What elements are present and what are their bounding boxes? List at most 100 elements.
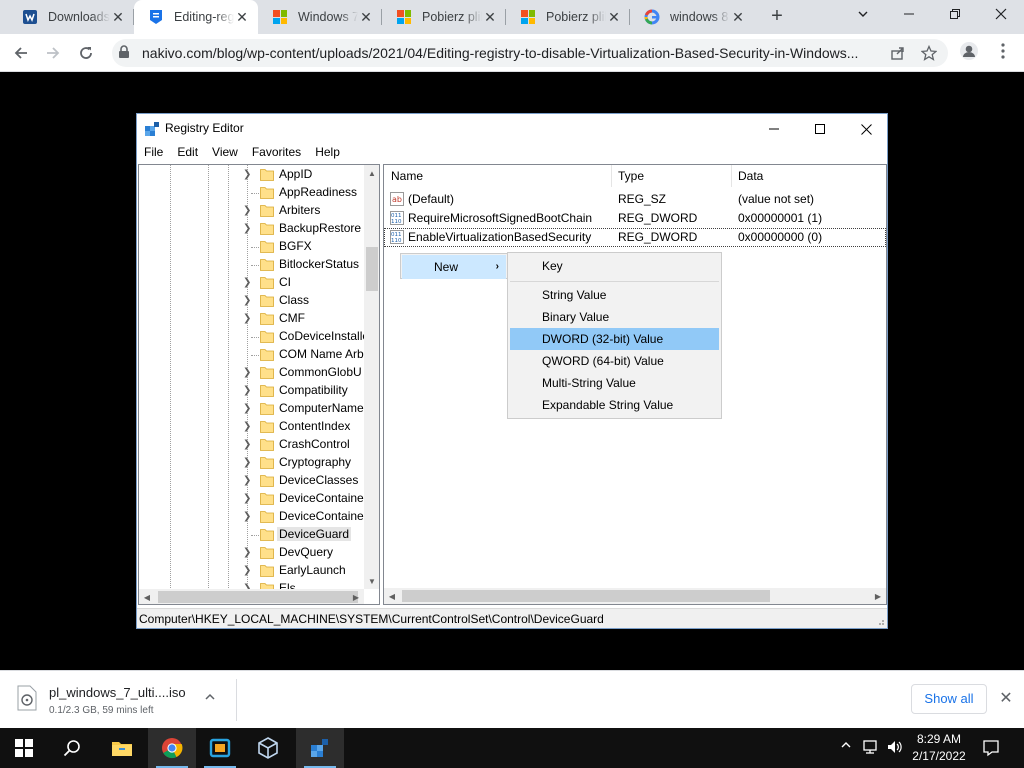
- registry-tree[interactable]: ❯ AppID AppReadiness ❯ Arbiters ❯ BackupRestor…: [138, 164, 380, 605]
- scroll-down-icon[interactable]: ▼: [364, 573, 379, 589]
- menu-item-new[interactable]: New ›: [402, 255, 506, 279]
- menu-item-binary-value[interactable]: Binary Value: [510, 306, 719, 328]
- scroll-right-icon[interactable]: ▶: [348, 589, 364, 604]
- tree-vertical-scrollbar[interactable]: ▲ ▼: [364, 165, 379, 589]
- close-icon[interactable]: ✕: [996, 689, 1016, 709]
- expand-arrow-icon[interactable]: ❯: [243, 475, 251, 486]
- menu-help[interactable]: Help: [308, 144, 347, 164]
- tab-windows7[interactable]: Windows 7 Ultimate ✕: [258, 0, 382, 34]
- list-horizontal-scrollbar[interactable]: ◀ ▶: [384, 588, 886, 604]
- column-type[interactable]: Type: [618, 169, 644, 183]
- chevron-up-icon[interactable]: [840, 739, 852, 754]
- tree-node[interactable]: ❯ ContentIndex: [139, 418, 365, 436]
- expand-arrow-icon[interactable]: ❯: [243, 547, 251, 558]
- tab-google-windows8[interactable]: windows 8 key ✕: [630, 0, 754, 34]
- address-bar[interactable]: nakivo.com/blog/wp-content/uploads/2021/…: [112, 39, 948, 67]
- expand-arrow-icon[interactable]: ❯: [243, 385, 251, 396]
- scroll-left-icon[interactable]: ◀: [139, 589, 155, 604]
- scroll-left-icon[interactable]: ◀: [384, 588, 400, 604]
- column-name[interactable]: Name: [391, 169, 423, 183]
- system-clock[interactable]: 8:29 AM 2/17/2022: [906, 731, 972, 765]
- tree-node[interactable]: BGFX: [139, 238, 365, 256]
- minimize-icon[interactable]: [751, 114, 797, 144]
- expand-arrow-icon[interactable]: ❯: [243, 511, 251, 522]
- expand-arrow-icon[interactable]: ❯: [243, 367, 251, 378]
- scroll-right-icon[interactable]: ▶: [870, 588, 886, 604]
- menu-item-expandable-string-value[interactable]: Expandable String Value: [510, 394, 719, 416]
- menu-item-key[interactable]: Key: [510, 255, 719, 277]
- forward-arrow-icon[interactable]: [40, 40, 66, 66]
- menu-item-qword-value[interactable]: QWORD (64-bit) Value: [510, 350, 719, 372]
- tree-node[interactable]: ❯ AppID: [139, 166, 365, 184]
- tree-node[interactable]: ❯ EarlyLaunch: [139, 562, 365, 580]
- close-tab-icon[interactable]: ✕: [358, 9, 374, 25]
- tree-node[interactable]: ❯ Arbiters: [139, 202, 365, 220]
- url-text[interactable]: nakivo.com/blog/wp-content/uploads/2021/…: [142, 45, 892, 61]
- network-icon[interactable]: [862, 739, 880, 758]
- tree-node[interactable]: ❯ DeviceClasses: [139, 472, 365, 490]
- scroll-up-icon[interactable]: ▲: [364, 165, 379, 181]
- tab-search-icon[interactable]: [840, 0, 886, 30]
- expand-arrow-icon[interactable]: ❯: [243, 169, 251, 180]
- scroll-thumb[interactable]: [158, 591, 358, 603]
- search-icon[interactable]: [48, 728, 96, 768]
- tree-node[interactable]: ❯ Cryptography: [139, 454, 365, 472]
- regedit-icon[interactable]: [296, 728, 344, 768]
- close-tab-icon[interactable]: ✕: [730, 9, 746, 25]
- tree-node[interactable]: ❯ CrashControl: [139, 436, 365, 454]
- new-tab-button[interactable]: +: [766, 6, 788, 28]
- value-row-enable-vbs[interactable]: 011 110 EnableVirtualizationBasedSecurity…: [384, 228, 886, 247]
- value-row-require-signed-boot[interactable]: 011 110 RequireMicrosoftSignedBootChain R…: [384, 209, 886, 228]
- expand-arrow-icon[interactable]: ❯: [243, 439, 251, 450]
- expand-arrow-icon[interactable]: ❯: [243, 493, 251, 504]
- tree-node[interactable]: ❯ DevQuery: [139, 544, 365, 562]
- start-icon[interactable]: [0, 728, 48, 768]
- menu-item-dword-value[interactable]: DWORD (32-bit) Value: [510, 328, 719, 350]
- tree-node[interactable]: CoDeviceInstalle: [139, 328, 369, 346]
- scroll-thumb[interactable]: [366, 247, 378, 291]
- expand-arrow-icon[interactable]: ❯: [243, 457, 251, 468]
- menu-favorites[interactable]: Favorites: [245, 144, 308, 164]
- tab-pobierz-1[interactable]: Pobierz pliki ✕: [382, 0, 506, 34]
- tree-node[interactable]: ❯ CI: [139, 274, 365, 292]
- chrome-menu-icon[interactable]: [990, 38, 1016, 64]
- chrome-icon[interactable]: [148, 728, 196, 768]
- title-bar[interactable]: Registry Editor: [137, 114, 887, 144]
- close-tab-icon[interactable]: ✕: [606, 9, 622, 25]
- tree-node[interactable]: ❯ BackupRestore: [139, 220, 365, 238]
- notifications-icon[interactable]: [982, 739, 1000, 760]
- close-tab-icon[interactable]: ✕: [482, 9, 498, 25]
- expand-arrow-icon[interactable]: ❯: [243, 403, 251, 414]
- expand-arrow-icon[interactable]: ❯: [243, 205, 251, 216]
- close-window-icon[interactable]: [843, 114, 889, 144]
- tree-node[interactable]: AppReadiness: [139, 184, 365, 202]
- column-data[interactable]: Data: [738, 169, 763, 183]
- show-all-button[interactable]: Show all: [911, 684, 987, 714]
- tree-node[interactable]: ❯ Compatibility: [139, 382, 365, 400]
- value-row-default[interactable]: ab (Default) REG_SZ (value not set): [384, 190, 886, 209]
- bookmark-star-icon[interactable]: [920, 44, 938, 62]
- resize-grip-icon[interactable]: [875, 616, 885, 626]
- close-tab-icon[interactable]: ✕: [110, 9, 126, 25]
- profile-avatar-icon[interactable]: [956, 38, 982, 64]
- menu-file[interactable]: File: [137, 144, 170, 164]
- expand-arrow-icon[interactable]: ❯: [243, 421, 251, 432]
- menu-edit[interactable]: Edit: [170, 144, 205, 164]
- chevron-up-icon[interactable]: [204, 691, 216, 706]
- expand-arrow-icon[interactable]: ❯: [243, 277, 251, 288]
- sandbox-icon[interactable]: [196, 728, 244, 768]
- tab-editing-registry[interactable]: Editing-registry-to-disable ✕: [134, 0, 258, 34]
- close-tab-icon[interactable]: ✕: [234, 9, 250, 25]
- tree-node[interactable]: ❯ Class: [139, 292, 365, 310]
- virtualbox-icon[interactable]: [244, 728, 292, 768]
- share-icon[interactable]: [889, 44, 907, 62]
- tab-pobierz-2[interactable]: Pobierz pliki ✕: [506, 0, 630, 34]
- tree-node[interactable]: DeviceGuard: [139, 526, 365, 544]
- tree-node[interactable]: ❯ CMF: [139, 310, 365, 328]
- maximize-icon[interactable]: [797, 114, 843, 144]
- scroll-thumb[interactable]: [402, 590, 770, 602]
- expand-arrow-icon[interactable]: ❯: [243, 313, 251, 324]
- expand-arrow-icon[interactable]: ❯: [243, 223, 251, 234]
- tree-horizontal-scrollbar[interactable]: ◀ ▶: [139, 589, 364, 604]
- menu-item-string-value[interactable]: String Value: [510, 284, 719, 306]
